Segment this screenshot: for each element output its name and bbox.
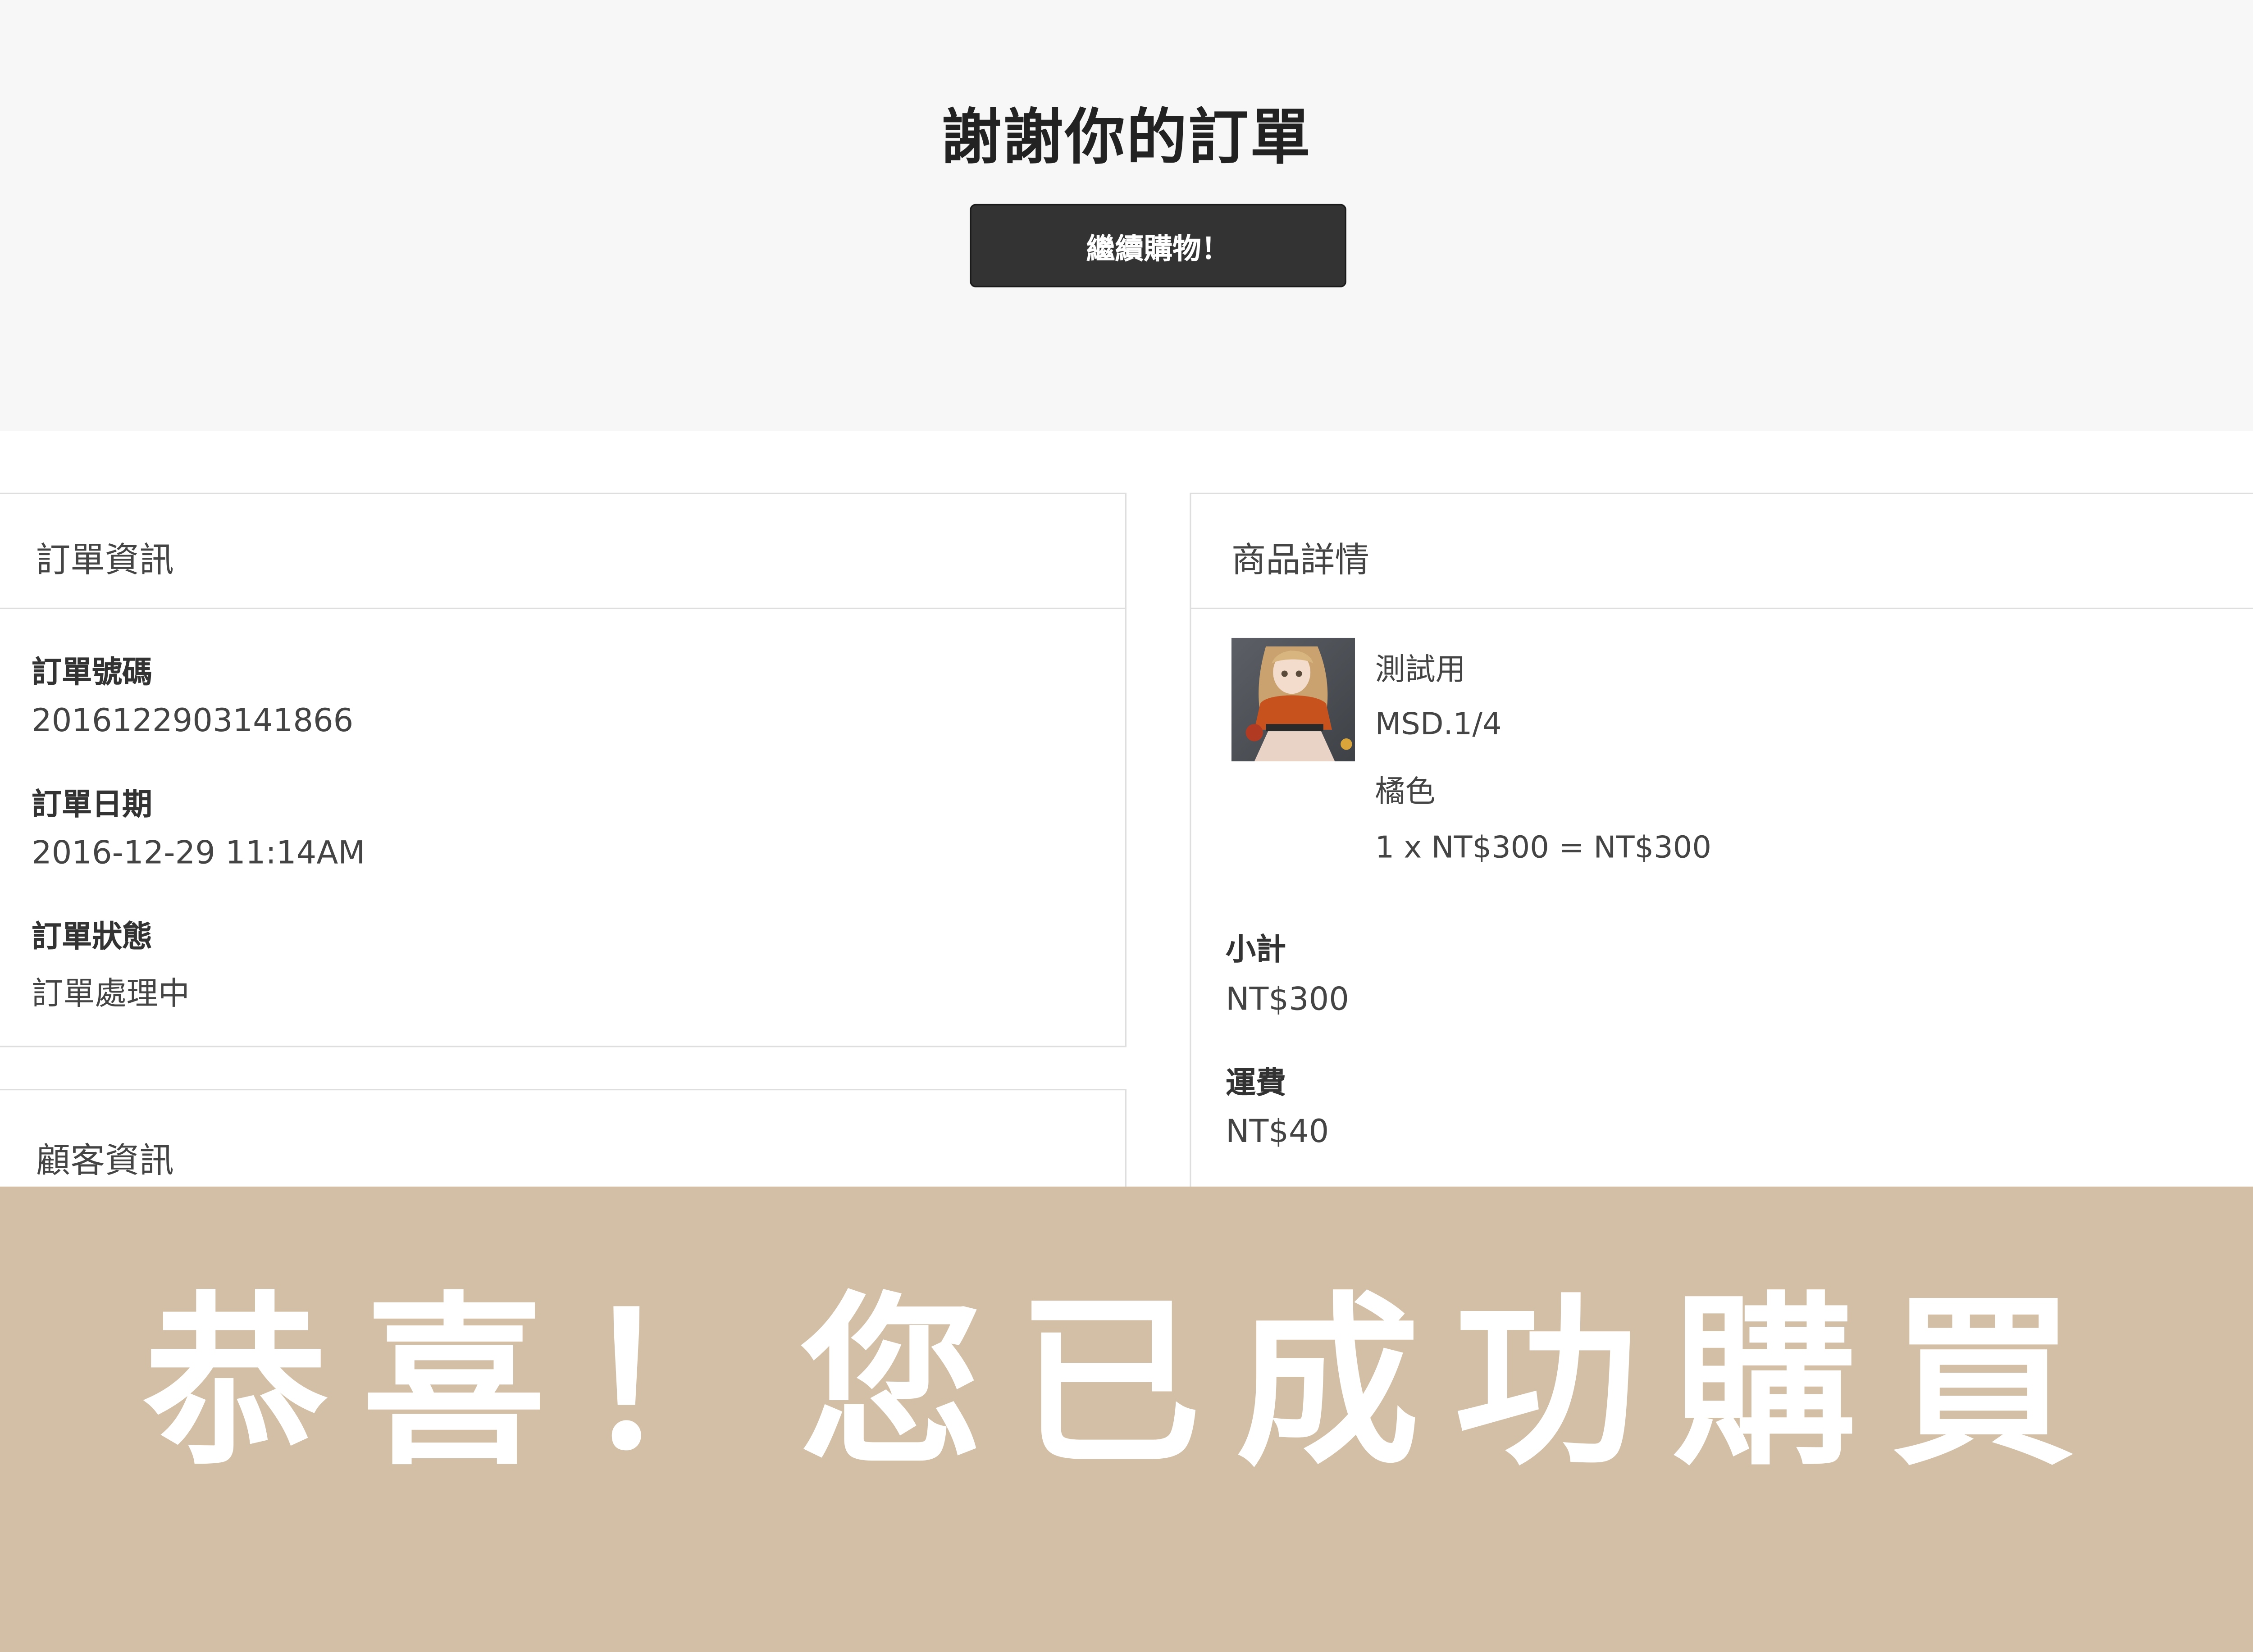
congratulations-text: 恭喜！您已成功購買: [143, 1275, 2110, 1491]
continue-shopping-button[interactable]: 繼續購物！: [970, 204, 1346, 287]
product-details-heading: 商品詳情: [1231, 540, 1369, 581]
order-date-label: 訂單日期: [32, 787, 153, 822]
product-thumbnail-image[interactable]: [1231, 637, 1355, 762]
product-name: 測試用: [1375, 652, 1466, 687]
order-info-card-header: 訂單資訊: [0, 494, 1125, 610]
order-status-value: 訂單處理中: [32, 977, 190, 1013]
order-number-value: 2016122903141866: [32, 704, 354, 740]
subtotal-label: 小計: [1226, 932, 1286, 967]
shipping-value: NT$40: [1226, 1115, 1329, 1151]
order-info-card: 訂單資訊: [0, 492, 1126, 1047]
order-date-value: 2016-12-29 11:14AM: [32, 836, 365, 872]
subtotal-value: NT$300: [1226, 983, 1349, 1019]
page: 謝謝你的訂單 繼續購物！ 訂單資訊 訂單號碼 2016122903141866 …: [0, 0, 2253, 1652]
page-title: 謝謝你的訂單: [941, 102, 1312, 173]
product-variant-color: 橘色: [1375, 774, 1436, 809]
order-info-heading: 訂單資訊: [36, 540, 174, 581]
shipping-label: 運費: [1226, 1066, 1286, 1101]
product-details-card-header: 商品詳情: [1191, 494, 2253, 610]
order-status-label: 訂單狀態: [32, 919, 153, 954]
product-price-line: 1 x NT$300 = NT$300: [1375, 830, 1711, 865]
product-variant-size: MSD.1/4: [1375, 706, 1502, 742]
order-number-label: 訂單號碼: [32, 655, 153, 690]
doll-photo-icon: [1231, 637, 1355, 762]
customer-info-heading: 顧客資訊: [36, 1140, 174, 1181]
